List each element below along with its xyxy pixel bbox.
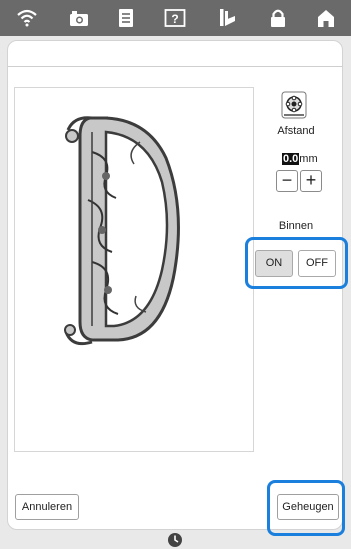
lock-icon[interactable] [267,8,289,28]
top-toolbar: ? [0,0,351,36]
increase-spacing-button[interactable]: + [300,170,322,192]
spacing-label: Afstand [277,125,315,137]
spacing-value: 0.0 [282,153,300,165]
presser-foot-icon[interactable] [216,8,238,28]
inner-off-button[interactable]: OFF [298,250,336,277]
save-button[interactable]: Geheugen [277,494,339,520]
home-icon[interactable] [315,8,337,28]
inner-on-button[interactable]: ON [255,250,293,277]
wifi-icon[interactable] [16,8,38,28]
svg-text:?: ? [171,12,178,26]
camera-icon[interactable] [68,8,90,28]
help-icon[interactable]: ? [164,8,186,28]
spacing-value-display: 0.0mm [282,153,318,165]
decrease-spacing-button[interactable]: − [276,170,298,192]
spacing-icon [281,91,307,119]
inner-label: Binnen [278,220,314,232]
clock-icon [167,532,183,548]
spacing-unit: mm [299,153,318,165]
letter-d-design [64,116,180,346]
header-divider [8,66,343,67]
document-icon[interactable] [115,8,137,28]
cancel-button[interactable]: Annuleren [15,494,79,520]
